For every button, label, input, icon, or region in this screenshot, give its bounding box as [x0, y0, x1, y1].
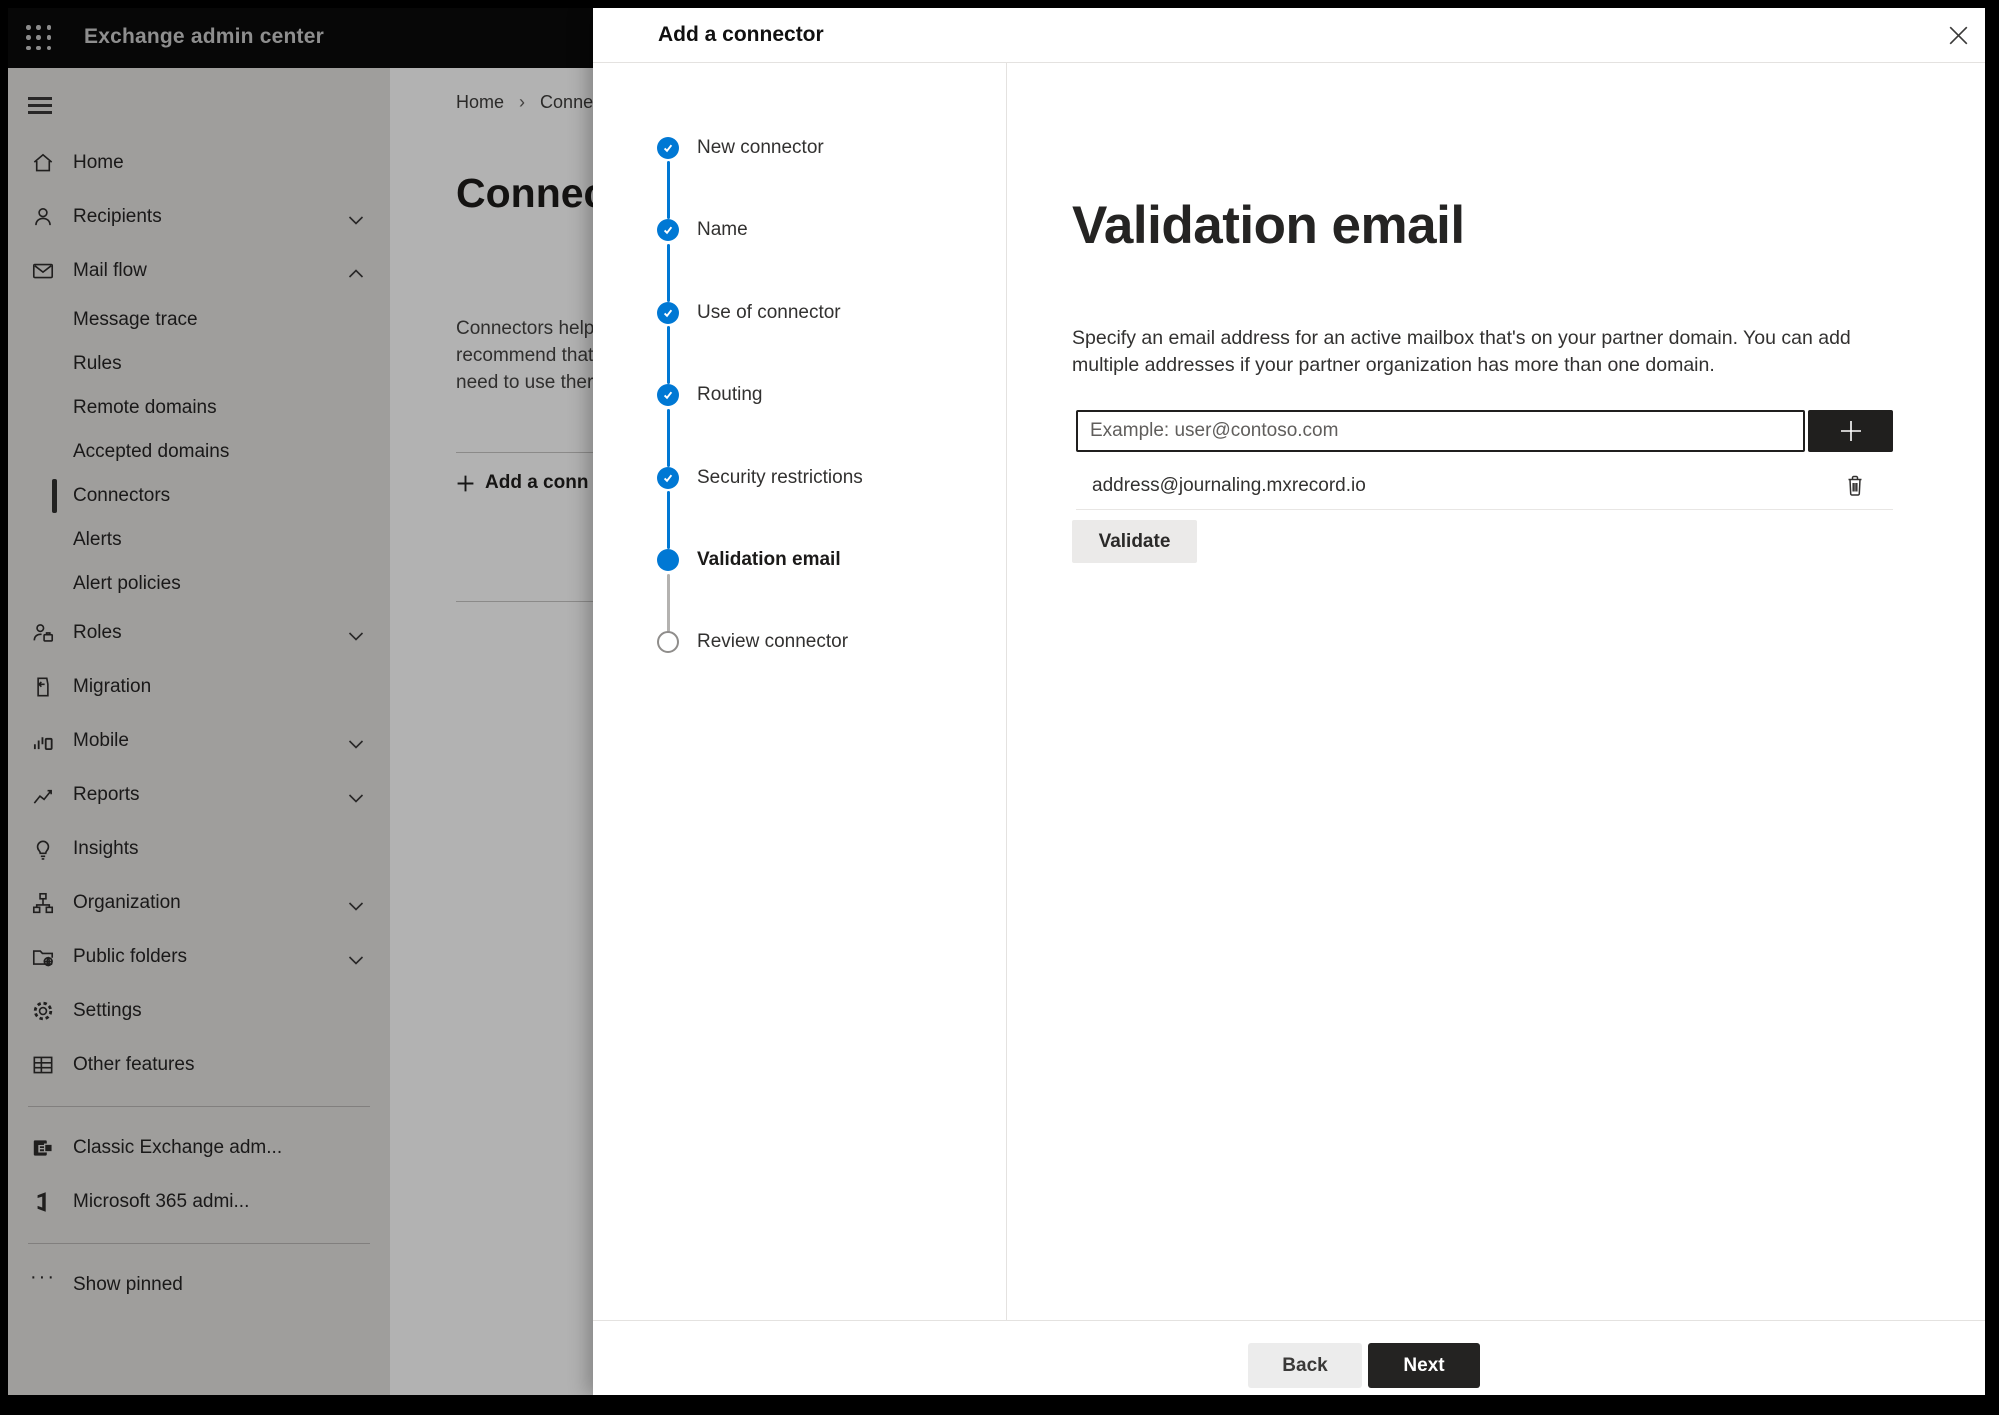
exchange-admin-window: Exchange admin center Home Recipients Ma…: [8, 8, 1985, 1395]
dialog-header: Add a connector: [593, 8, 1985, 63]
close-icon[interactable]: [1943, 20, 1973, 50]
step-review-connector: Review connector: [593, 631, 1006, 653]
validate-button[interactable]: Validate: [1072, 520, 1197, 563]
next-button[interactable]: Next: [1368, 1343, 1480, 1388]
add-email-button[interactable]: [1808, 410, 1893, 452]
back-button[interactable]: Back: [1248, 1343, 1362, 1388]
step-current-icon: [657, 549, 679, 571]
step-heading: Validation email: [1072, 196, 1465, 255]
step-complete-icon: [657, 302, 679, 324]
step-complete-icon: [657, 137, 679, 159]
step-security-restrictions: Security restrictions: [593, 467, 1006, 489]
step-upcoming-icon: [657, 631, 679, 653]
email-address-value: address@journaling.mxrecord.io: [1092, 475, 1366, 496]
step-use-of-connector: Use of connector: [593, 302, 1006, 324]
plus-icon: [1840, 421, 1861, 441]
step-validation-email: Validation email: [593, 549, 1006, 571]
step-new-connector: New connector: [593, 137, 1006, 159]
step-routing: Routing: [593, 384, 1006, 406]
wizard-steps-panel: New connector Name Use of connector Rout…: [593, 63, 1007, 1320]
delete-email-icon[interactable]: [1840, 471, 1870, 503]
email-address-row: address@journaling.mxrecord.io: [1076, 465, 1893, 509]
step-description-line: multiple addresses if your partner organ…: [1072, 354, 1715, 376]
add-connector-dialog: Add a connector New connector Name Use o…: [593, 8, 1985, 1395]
dialog-title: Add a connector: [658, 23, 824, 46]
email-address-input[interactable]: [1076, 410, 1805, 452]
step-name: Name: [593, 219, 1006, 241]
step-complete-icon: [657, 467, 679, 489]
row-divider: [1076, 509, 1893, 510]
step-complete-icon: [657, 384, 679, 406]
step-complete-icon: [657, 219, 679, 241]
screenshot-stage: Exchange admin center Home Recipients Ma…: [0, 0, 1999, 1415]
dialog-content: Validation email Specify an email addres…: [1007, 63, 1985, 1320]
step-description-line: Specify an email address for an active m…: [1072, 327, 1851, 349]
dialog-footer: Back Next: [593, 1320, 1985, 1395]
